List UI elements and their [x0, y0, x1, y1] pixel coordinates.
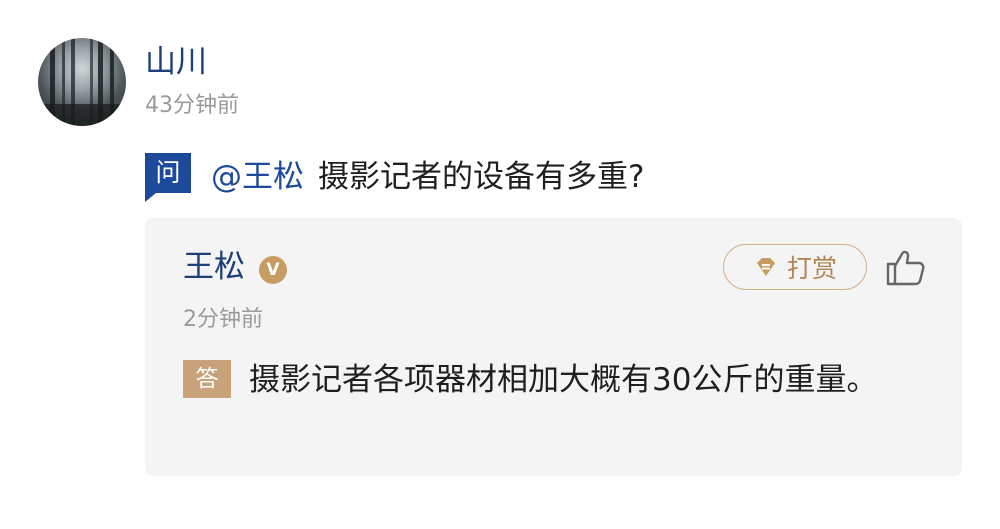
diamond-coin-icon [756, 258, 775, 276]
answer-author-name[interactable]: 王松 [183, 248, 245, 286]
question-row: 问 @王松 摄影记者的设备有多重? [145, 150, 645, 202]
avatar[interactable] [38, 38, 126, 126]
thumbs-up-icon[interactable] [885, 248, 929, 288]
question-text: 摄影记者的设备有多重? [318, 158, 645, 195]
forest-avatar-image [38, 38, 126, 126]
post-timestamp: 43分钟前 [145, 93, 239, 118]
verified-v-icon: V [259, 256, 287, 284]
tip-label: 打赏 [786, 254, 837, 283]
mention-link[interactable]: @王松 [211, 151, 304, 196]
question-badge: 问 [145, 153, 191, 202]
tip-button[interactable]: 打赏 [723, 244, 867, 290]
answer-timestamp: 2分钟前 [183, 307, 263, 332]
answer-card: 王松 V 打赏 2分钟前 答 摄影记者各项器材相加大概有30公斤的重量。 [145, 218, 962, 476]
post-author-name[interactable]: 山川 [145, 44, 207, 80]
answer-text: 摄影记者各项器材相加大概有30公斤的重量。 [249, 362, 878, 398]
